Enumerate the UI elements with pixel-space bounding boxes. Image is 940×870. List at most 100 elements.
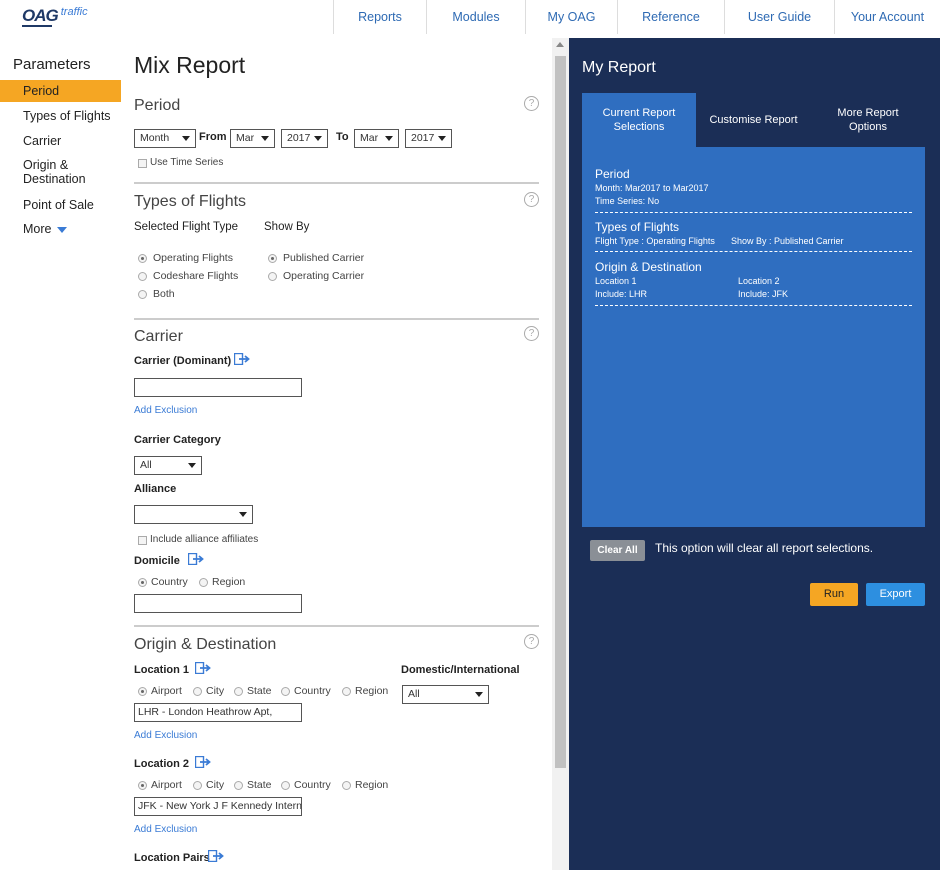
location-2-input[interactable]: JFK - New York J F Kennedy Interna <box>134 797 302 816</box>
open-picker-icon[interactable] <box>195 662 211 674</box>
summary-location-2: Location 2 <box>738 276 780 286</box>
nav-user-guide[interactable]: User Guide <box>724 0 834 34</box>
codeshare-flights-label: Codeshare Flights <box>153 270 239 282</box>
loc1-region-radio[interactable] <box>342 687 351 696</box>
summary-period-title: Period <box>595 167 630 181</box>
loc1-region-label: Region <box>355 685 389 697</box>
origin-destination-heading: Origin & Destination <box>134 636 277 653</box>
loc2-country-label: Country <box>294 779 331 791</box>
carrier-dominant-label: Carrier (Dominant) <box>134 355 232 367</box>
summary-location-2-include: Include: JFK <box>738 289 789 299</box>
loc2-country-radio[interactable] <box>281 781 290 790</box>
location-2-label: Location 2 <box>134 758 190 770</box>
loc2-city-radio[interactable] <box>193 781 202 790</box>
scrollbar[interactable] <box>552 38 569 870</box>
carrier-dominant-input[interactable] <box>134 378 302 397</box>
scroll-up-arrow-icon[interactable] <box>556 42 564 47</box>
loc1-city-radio[interactable] <box>193 687 202 696</box>
carrier-category-value: All <box>140 459 152 471</box>
clear-all-button[interactable]: Clear All <box>590 540 645 561</box>
chevron-down-icon <box>438 136 446 141</box>
help-icon[interactable]: ? <box>524 192 539 207</box>
open-picker-icon[interactable] <box>234 353 250 365</box>
tab-customise-report[interactable]: Customise Report <box>696 93 811 147</box>
to-month-value: Mar <box>360 132 379 144</box>
carrier-category-select[interactable]: All <box>134 456 202 475</box>
summary-time-series: Time Series: No <box>595 196 660 206</box>
to-year-select[interactable]: 2017 <box>405 129 452 148</box>
location-pairs-label: Location Pairs <box>134 852 210 864</box>
add-exclusion-link[interactable]: Add Exclusion <box>134 730 197 741</box>
time-series-checkbox[interactable] <box>138 159 147 168</box>
page-title: Mix Report <box>134 52 246 78</box>
alliance-select[interactable] <box>134 505 253 524</box>
open-picker-icon[interactable] <box>208 850 224 862</box>
help-icon[interactable]: ? <box>524 326 539 341</box>
left-nav-title: Parameters <box>13 56 91 73</box>
left-nav-carrier[interactable]: Carrier <box>0 130 121 152</box>
left-nav-types-of-flights[interactable]: Types of Flights <box>0 105 121 127</box>
loc2-airport-label: Airport <box>151 779 182 791</box>
operating-flights-label: Operating Flights <box>153 252 233 264</box>
domicile-region-radio[interactable] <box>199 578 208 587</box>
open-picker-icon[interactable] <box>195 756 211 768</box>
export-button[interactable]: Export <box>866 583 925 606</box>
tab-current-report-selections[interactable]: Current Report Selections <box>582 93 696 147</box>
scrollbar-thumb[interactable] <box>555 56 566 768</box>
left-nav-period[interactable]: Period <box>0 80 121 102</box>
loc2-state-radio[interactable] <box>234 781 243 790</box>
both-radio[interactable] <box>138 290 147 299</box>
nav-reference[interactable]: Reference <box>617 0 724 34</box>
loc1-airport-label: Airport <box>151 685 182 697</box>
published-carrier-radio[interactable] <box>268 254 277 263</box>
from-year-select[interactable]: 2017 <box>281 129 328 148</box>
divider <box>595 305 912 306</box>
tab-more-report-options[interactable]: More Report Options <box>811 93 925 147</box>
left-nav-more[interactable]: More <box>0 218 121 240</box>
chevron-down-icon <box>188 463 196 468</box>
nav-your-account[interactable]: Your Account <box>834 0 940 34</box>
oag-logo[interactable]: OAG traffic <box>22 6 88 27</box>
nav-my-oag[interactable]: My OAG <box>525 0 617 34</box>
logo-text: OAG <box>22 6 59 25</box>
summary-location-1-include: Include: LHR <box>595 289 648 299</box>
run-button[interactable]: Run <box>810 583 858 606</box>
logo-product: traffic <box>60 6 88 18</box>
left-nav-point-of-sale[interactable]: Point of Sale <box>0 194 121 216</box>
operating-flights-radio[interactable] <box>138 254 147 263</box>
from-year-value: 2017 <box>287 132 311 144</box>
domicile-country-label: Country <box>151 576 188 588</box>
nav-reports[interactable]: Reports <box>333 0 426 34</box>
alliance-affiliates-checkbox[interactable] <box>138 536 147 545</box>
period-heading: Period <box>134 97 181 114</box>
loc1-country-radio[interactable] <box>281 687 290 696</box>
codeshare-flights-radio[interactable] <box>138 272 147 281</box>
summary-location-1: Location 1 <box>595 276 637 286</box>
nav-modules[interactable]: Modules <box>426 0 525 34</box>
open-picker-icon[interactable] <box>188 553 204 565</box>
help-icon[interactable]: ? <box>524 96 539 111</box>
loc2-region-radio[interactable] <box>342 781 351 790</box>
summary-types-title: Types of Flights <box>595 220 680 234</box>
domicile-input[interactable] <box>134 594 302 613</box>
operating-carrier-radio[interactable] <box>268 272 277 281</box>
domicile-country-radio[interactable] <box>138 578 147 587</box>
summary-show-by: Show By : Published Carrier <box>731 236 844 246</box>
help-icon[interactable]: ? <box>524 634 539 649</box>
location-1-input[interactable]: LHR - London Heathrow Apt, <box>134 703 302 722</box>
add-exclusion-link[interactable]: Add Exclusion <box>134 824 197 835</box>
add-exclusion-link[interactable]: Add Exclusion <box>134 405 197 416</box>
from-month-select[interactable]: Mar <box>230 129 275 148</box>
alliance-affiliates-label: Include alliance affiliates <box>150 534 259 545</box>
loc2-airport-radio[interactable] <box>138 781 147 790</box>
loc1-state-radio[interactable] <box>234 687 243 696</box>
chevron-down-icon <box>475 692 483 697</box>
domestic-international-select[interactable]: All <box>402 685 489 704</box>
period-granularity-select[interactable]: Month <box>134 129 196 148</box>
divider <box>595 251 912 252</box>
loc1-airport-radio[interactable] <box>138 687 147 696</box>
to-month-select[interactable]: Mar <box>354 129 399 148</box>
loc2-region-label: Region <box>355 779 389 791</box>
left-nav-origin-destination[interactable]: Origin & Destination <box>0 155 110 189</box>
loc1-city-label: City <box>206 685 225 697</box>
